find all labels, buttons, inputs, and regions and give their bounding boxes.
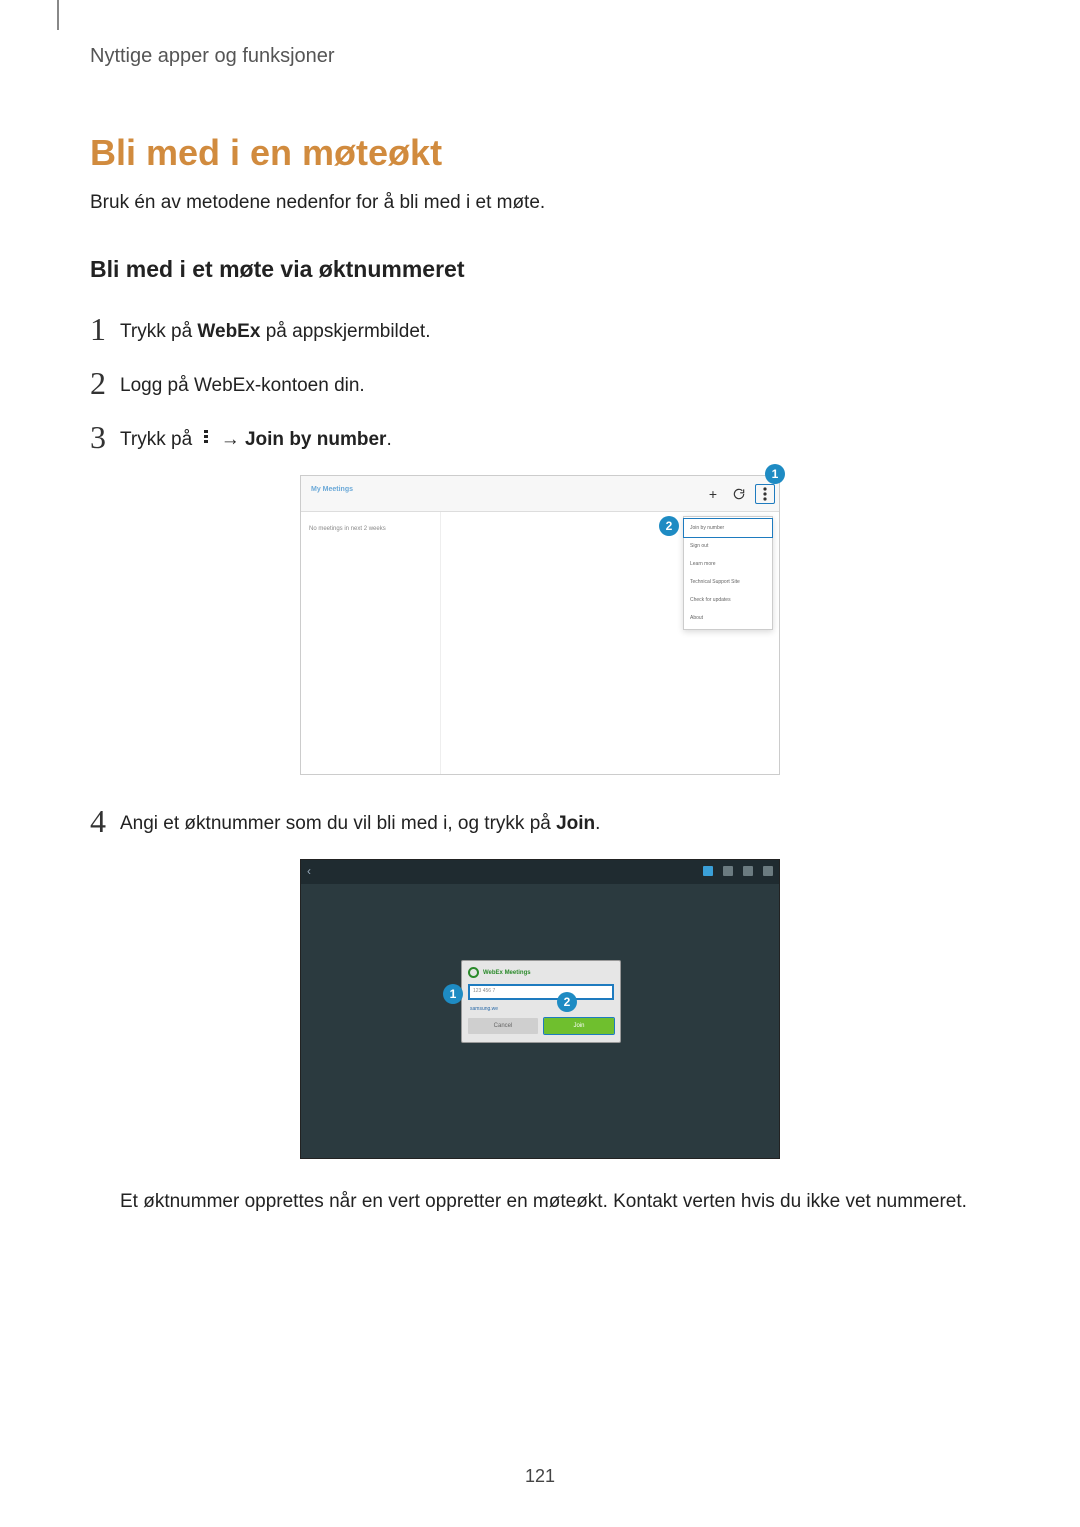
dialog-button-row: Cancel Join [462, 1018, 620, 1042]
app-topbar: My Meetings + [301, 476, 779, 512]
step-text-bold: Join by number [245, 429, 386, 450]
cancel-button[interactable]: Cancel [468, 1018, 538, 1034]
step-3: 3 Trykk på → Join by number. [90, 421, 990, 453]
step-text-post: . [595, 813, 600, 834]
callout-badge-2: 2 [557, 992, 577, 1012]
topbar-icons [703, 866, 773, 876]
join-button[interactable]: Join [544, 1018, 614, 1034]
step-text-post: på appskjermbildet. [260, 321, 430, 342]
step-text: Angi et øktnummer som du vil bli med i, … [120, 805, 600, 835]
step-text-post: . [386, 429, 391, 450]
page-number: 121 [0, 1466, 1080, 1487]
intro-text: Bruk én av metodene nedenfor for å bli m… [90, 192, 990, 214]
step-number: 4 [90, 805, 120, 837]
menu-item-sign-out[interactable]: Sign out [684, 537, 772, 555]
step-1: 1 Trykk på WebEx på appskjermbildet. [90, 313, 990, 345]
overflow-menu-icon [201, 429, 211, 451]
page-title: Bli med i en møteøkt [90, 132, 990, 174]
page-edge-rule [57, 0, 59, 30]
step-2: 2 Logg på WebEx-kontoen din. [90, 367, 990, 399]
manual-page: Nyttige apper og funksjoner Bli med i en… [0, 0, 1080, 1527]
step-text: Logg på WebEx-kontoen din. [120, 367, 365, 397]
menu-item-learn-more[interactable]: Learn more [684, 555, 772, 573]
camera-icon[interactable] [703, 866, 713, 876]
breadcrumb: Nyttige apper og funksjoner [90, 45, 990, 68]
arrow-icon: → [221, 429, 240, 450]
session-number-input[interactable]: 123 456 7 [468, 984, 614, 1000]
back-button[interactable]: ‹ [307, 864, 311, 878]
menu-item-support[interactable]: Technical Support Site [684, 573, 772, 591]
join-dialog: WebEx Meetings 123 456 7 samsung.we Canc… [461, 960, 621, 1043]
step-text-pre: Angi et øktnummer som du vil bli med i, … [120, 813, 556, 834]
add-button[interactable]: + [703, 484, 723, 504]
menu-item-about[interactable]: About [684, 609, 772, 627]
share-icon[interactable] [743, 866, 753, 876]
sidebar: No meetings in next 2 weeks [301, 512, 441, 774]
menu-item-updates[interactable]: Check for updates [684, 591, 772, 609]
app-topbar-dark: ‹ [301, 860, 779, 884]
step-text-pre: Trykk på [120, 321, 197, 342]
step-list-cont: 4 Angi et øktnummer som du vil bli med i… [90, 805, 990, 837]
overflow-menu-button[interactable] [755, 484, 775, 504]
more-icon[interactable] [763, 866, 773, 876]
callout-badge-1: 1 [443, 984, 463, 1004]
callout-badge-2: 2 [659, 516, 679, 536]
step-number: 3 [90, 421, 120, 453]
section-title: Bli med i et møte via øktnummeret [90, 256, 990, 283]
step-text-bold: WebEx [197, 321, 260, 342]
step-list: 1 Trykk på WebEx på appskjermbildet. 2 L… [90, 313, 990, 453]
screenshot-webex-menu: My Meetings + No meetings in next 2 week… [300, 475, 780, 775]
callout-badge-1: 1 [765, 464, 785, 484]
step-number: 2 [90, 367, 120, 399]
step-4: 4 Angi et øktnummer som du vil bli med i… [90, 805, 990, 837]
step-text: Trykk på WebEx på appskjermbildet. [120, 313, 430, 343]
note-text: Et øktnummer opprettes når en vert oppre… [120, 1189, 990, 1216]
step-text: Trykk på → Join by number. [120, 421, 392, 451]
refresh-button[interactable] [729, 484, 749, 504]
step-number: 1 [90, 313, 120, 345]
menu-item-join-by-number[interactable]: Join by number [684, 519, 772, 537]
step-text-bold: Join [556, 813, 595, 834]
dialog-title: WebEx Meetings [462, 961, 620, 980]
site-link[interactable]: samsung.we [462, 1004, 620, 1018]
step-text-pre: Trykk på [120, 429, 197, 450]
overflow-menu: Join by number Sign out Learn more Techn… [683, 516, 773, 630]
screenshot-webex-join-dialog: ‹ WebEx Meetings 123 456 7 samsung.we Ca… [300, 859, 780, 1159]
mic-icon[interactable] [723, 866, 733, 876]
app-title: My Meetings [311, 486, 353, 493]
sidebar-empty-text: No meetings in next 2 weeks [309, 526, 432, 532]
